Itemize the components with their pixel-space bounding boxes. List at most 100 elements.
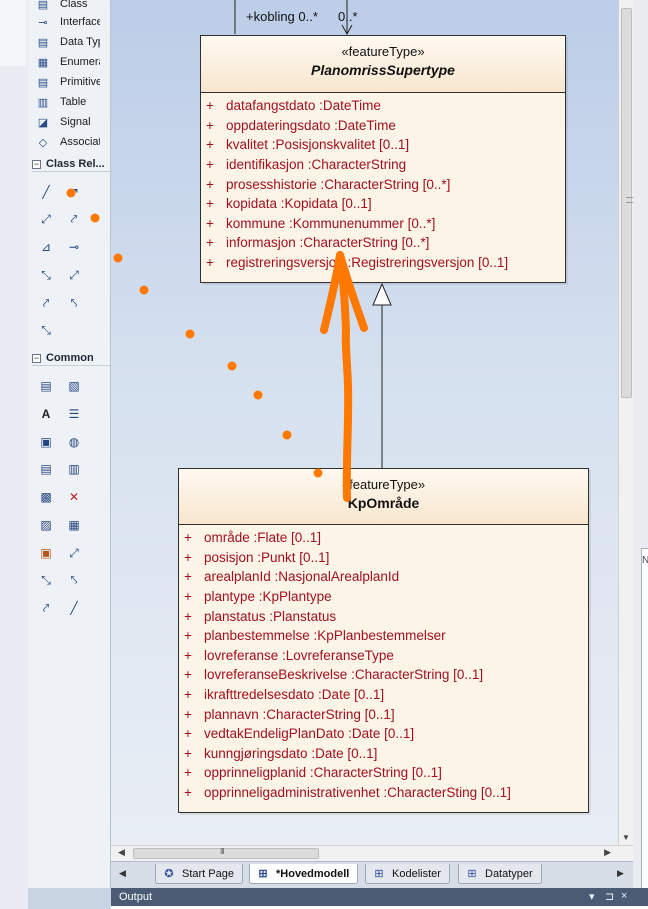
document-icon[interactable]: ▤ bbox=[38, 461, 54, 477]
toolbox-item-datatype[interactable]: ▤Data Type bbox=[36, 33, 100, 51]
pin-icon[interactable]: ⊐ bbox=[605, 890, 614, 903]
toolbox-item-primitive[interactable]: ▤ Primitive bbox=[36, 73, 100, 91]
page-icon[interactable]: ▥ bbox=[66, 461, 82, 477]
grip-icon: III bbox=[220, 847, 225, 856]
association-line-icon[interactable]: ╱ bbox=[38, 184, 54, 200]
attribute-row[interactable]: + arealplanId :NasjonalArealplanId bbox=[179, 567, 588, 587]
composition-icon[interactable]: ⤤ bbox=[66, 211, 82, 227]
diagram-icon: ⊞ bbox=[258, 868, 268, 880]
section-divider bbox=[32, 171, 110, 172]
attribute-row[interactable]: + plannavn :CharacterString [0..1] bbox=[179, 704, 588, 724]
chart-icon[interactable]: ▩ bbox=[38, 489, 54, 505]
attribute-row[interactable]: + vedtakEndeligPlanDato :Date [0..1] bbox=[179, 724, 588, 744]
attribute-row[interactable]: + område :Flate [0..1] bbox=[179, 528, 588, 548]
horizontal-scrollbar[interactable]: ◀ III ▶ bbox=[111, 845, 633, 861]
attribute-row[interactable]: + lovreferanseBeskrivelse :CharacterStrin… bbox=[179, 665, 588, 685]
toolbox-section-class-relationships[interactable]: − Class Rel... bbox=[32, 156, 110, 172]
usage-icon[interactable]: ⤢ bbox=[66, 267, 82, 283]
dropdown-icon[interactable]: ▾ bbox=[589, 890, 595, 903]
boundary-icon[interactable]: ▦ bbox=[66, 517, 82, 533]
grip-icon bbox=[626, 197, 633, 203]
generalization-icon[interactable]: ⊿ bbox=[38, 239, 54, 255]
toolbox-item-enumeration[interactable]: ▦Enumeration bbox=[36, 53, 100, 71]
toolbox-item-signal[interactable]: ◪ Signal bbox=[36, 113, 100, 131]
nesting-icon[interactable]: ⤣ bbox=[66, 295, 82, 311]
note-link-icon[interactable]: ╱ bbox=[66, 600, 82, 616]
collapse-icon[interactable]: − bbox=[32, 159, 41, 169]
tab-datatyper[interactable]: ⊞ Datatyper bbox=[458, 864, 542, 884]
delete-icon[interactable]: ✕ bbox=[66, 489, 82, 505]
association-multiplicity: 0..* bbox=[338, 9, 358, 24]
attribute-row[interactable]: + planstatus :Planstatus bbox=[179, 606, 588, 626]
toolbox-section-common[interactable]: − Common bbox=[32, 350, 110, 366]
attribute-row[interactable]: + posisjon :Punkt [0..1] bbox=[179, 548, 588, 568]
attribute-row[interactable]: + datafangstdato :DateTime bbox=[201, 96, 565, 116]
attribute-row[interactable]: + registreringsversjon :Registreringsvers… bbox=[201, 253, 565, 273]
image-icon[interactable]: ▨ bbox=[38, 517, 54, 533]
attribute-row[interactable]: + plantype :KpPlantype bbox=[179, 587, 588, 607]
attribute-row[interactable]: + planbestemmelse :KpPlanbestemmelser bbox=[179, 626, 588, 646]
tab-start-page[interactable]: ✪ Start Page bbox=[155, 864, 243, 884]
class-planomrisssupertype[interactable]: «featureType» PlanomrissSupertype + dataf… bbox=[200, 35, 566, 283]
class-kpomrade[interactable]: «featureType» KpOmråde + område :Flate [0… bbox=[178, 468, 589, 813]
vertical-scroll-thumb[interactable] bbox=[621, 8, 633, 398]
list-icon[interactable]: ☰ bbox=[66, 406, 82, 422]
note-icon[interactable]: ▤ bbox=[38, 378, 54, 394]
dependency-link-icon[interactable]: ⤣ bbox=[66, 572, 82, 588]
trace-icon[interactable]: ⤤ bbox=[38, 295, 54, 311]
collapse-icon[interactable]: − bbox=[32, 353, 41, 363]
scroll-right-icon[interactable]: ▶ bbox=[604, 847, 611, 858]
class-header: «featureType» KpOmråde bbox=[179, 469, 588, 525]
dependency-icon[interactable]: ⤡ bbox=[38, 267, 54, 283]
connector-icon[interactable]: ⤡ bbox=[38, 572, 54, 588]
attribute-row[interactable]: + informasjon :CharacterString [0..*] bbox=[201, 233, 565, 253]
package-icon[interactable]: ▣ bbox=[38, 545, 54, 561]
aggregation-icon[interactable]: ⤢ bbox=[38, 211, 54, 227]
toolbox-item-class[interactable]: ▤ Class bbox=[36, 0, 100, 13]
tab-scroll-right-icon[interactable]: ▶ bbox=[617, 868, 624, 879]
attribute-row[interactable]: + kommune :Kommunenummer [0..*] bbox=[201, 214, 565, 234]
association-icon: ◇ bbox=[38, 136, 48, 149]
toolbox-item-table[interactable]: ▥ Table bbox=[36, 93, 100, 111]
hyperlink-icon[interactable]: ▣ bbox=[38, 434, 54, 450]
diagram-icon: ⊞ bbox=[374, 868, 384, 880]
toolbox-panel: ▤Class ⊸Interface ▤Data Type ▦Enumeratio… bbox=[28, 0, 111, 888]
class-header: «featureType» PlanomrissSupertype bbox=[201, 36, 565, 93]
toolbox-item-association[interactable]: ◇Association bbox=[36, 133, 100, 151]
start-page-icon: ✪ bbox=[164, 868, 174, 880]
close-icon[interactable]: × bbox=[621, 890, 627, 902]
class-stereotype: «featureType» bbox=[341, 44, 425, 59]
trace-link-icon[interactable]: ⤤ bbox=[38, 600, 54, 616]
diagram-canvas[interactable]: +kobling 0..* 0..* «featureType» Planomr… bbox=[111, 0, 618, 845]
tab-kodelister[interactable]: ⊞ Kodelister bbox=[365, 864, 450, 884]
tab-scroll-left-icon[interactable]: ◀ bbox=[119, 868, 126, 879]
tab-hovedmodell[interactable]: ⊞ *Hovedmodell bbox=[249, 864, 359, 884]
class-icon: ▤ bbox=[37, 0, 49, 11]
directed-association-icon[interactable]: ↗ bbox=[66, 184, 82, 200]
attribute-row[interactable]: + ikrafttredelsesdato :Date [0..1] bbox=[179, 685, 588, 705]
attribute-row[interactable]: + opprinneligadministrativenhet :Characte… bbox=[179, 783, 588, 803]
artifact-icon[interactable]: ▧ bbox=[66, 378, 82, 394]
attribute-row[interactable]: + opprinneligplanid :CharacterString [0..… bbox=[179, 763, 588, 783]
attribute-row[interactable]: + kopidata :Kopidata [0..1] bbox=[201, 194, 565, 214]
attribute-row[interactable]: + lovreferanse :LovreferanseType bbox=[179, 646, 588, 666]
abstraction-icon[interactable]: ⤡ bbox=[38, 322, 54, 338]
toolbox-item-interface[interactable]: ⊸ Interface bbox=[36, 13, 100, 31]
link-icon[interactable]: ⤢ bbox=[66, 545, 82, 561]
scroll-left-icon[interactable]: ◀ bbox=[118, 847, 125, 858]
attribute-row[interactable]: + kunngjøringsdato :Date [0..1] bbox=[179, 744, 588, 764]
right-panel-edge[interactable] bbox=[641, 548, 648, 888]
horizontal-scroll-thumb[interactable] bbox=[133, 848, 319, 859]
realization-icon[interactable]: ⊸ bbox=[66, 239, 82, 255]
scroll-down-icon[interactable]: ▼ bbox=[622, 833, 630, 842]
attribute-row[interactable]: + kvalitet :Posisjonskvalitet [0..1] bbox=[201, 135, 565, 155]
attribute-row[interactable]: + oppdateringsdato :DateTime bbox=[201, 116, 565, 136]
text-icon[interactable]: A bbox=[38, 406, 54, 422]
globe-icon[interactable]: ◍ bbox=[66, 434, 82, 450]
primitive-icon: ▤ bbox=[37, 76, 49, 89]
document-tab-bar: ◀ ✪ Start Page ⊞ *Hovedmodell ⊞ Kodelister … bbox=[111, 861, 633, 888]
attribute-row[interactable]: + identifikasjon :CharacterString bbox=[201, 155, 565, 175]
right-dock-panel: N bbox=[633, 0, 648, 888]
attribute-row[interactable]: + prosesshistorie :CharacterString [0..*] bbox=[201, 174, 565, 194]
vertical-scrollbar[interactable]: ▼ bbox=[618, 0, 633, 845]
